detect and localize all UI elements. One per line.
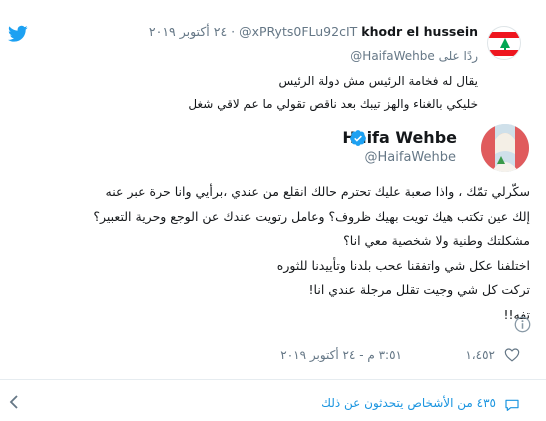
reply-author-name[interactable]: khodr el hussein [361, 24, 478, 39]
reply-line: يقال له فخامة الرئيس مش دولة الرئيس [278, 74, 478, 88]
chevron-left-icon[interactable] [8, 395, 20, 409]
divider [0, 379, 546, 380]
tweet-line: سكّرلي تمّك ، واذا صعبة عليك تحترم حالك … [105, 184, 530, 199]
reply-date[interactable]: ٢٤ أكتوبر ٢٠١٩ [149, 24, 227, 39]
reply-author-handle[interactable]: @xPRyts0FLu92cIT [239, 24, 357, 39]
reply-header: ٢٤ أكتوبر ٢٠١٩ · @xPRyts0FLu92cIT khodr … [149, 24, 478, 39]
tweet-line: مشكلتك وطنية ولا شخصية معي انا؟ [343, 233, 530, 248]
reply-text: يقال له فخامة الرئيس مش دولة الرئيس خليك… [188, 70, 478, 116]
replying-to-line: ردًا على @HaifaWehbe [350, 49, 478, 63]
replying-to-handle[interactable]: @HaifaWehbe [350, 49, 434, 63]
like-count[interactable]: ١،٤٥٢ [465, 348, 495, 362]
people-icon[interactable] [504, 398, 520, 412]
tweet-line: تركت كل شي وجيت تقلل مرجلة عندي انا! [308, 282, 530, 297]
profile-photo-icon [481, 124, 529, 172]
tweet-text: سكّرلي تمّك ، واذا صعبة عليك تحترم حالك … [10, 180, 530, 327]
quoted-reply-tweet[interactable]: ٢٤ أكتوبر ٢٠١٩ · @xPRyts0FLu92cIT khodr … [0, 0, 546, 122]
verified-badge-icon [350, 130, 366, 146]
people-talking-link[interactable]: ٤٣٥ من الأشخاص يتحدثون عن ذلك [321, 396, 496, 410]
tweet-timestamp[interactable]: ٣:٥١ م - ٢٤ أكتوبر ٢٠١٩ [280, 348, 402, 362]
tweet-line: تفه!! [503, 306, 530, 322]
tweet-line: إلك عين تكتب هيك تويت بهيك ظروف؟ وعامل ر… [93, 208, 530, 224]
replying-prefix: ردًا على [438, 49, 478, 63]
info-icon[interactable] [514, 316, 531, 333]
reply-author-avatar[interactable] [487, 26, 521, 60]
reply-line: خليكي بالغناء والهز تيبك بعد ناقص تقولي … [188, 97, 478, 111]
author-avatar[interactable] [481, 124, 529, 172]
meta-separator: · [231, 24, 236, 39]
tweet-line: اختلفنا عكل شي واتفقنا عحب بلدنا وتأييدن… [276, 257, 530, 273]
lebanon-flag-avatar-icon [488, 27, 520, 59]
heart-icon[interactable] [504, 347, 520, 362]
author-handle[interactable]: @HaifaWehbe [365, 150, 456, 165]
